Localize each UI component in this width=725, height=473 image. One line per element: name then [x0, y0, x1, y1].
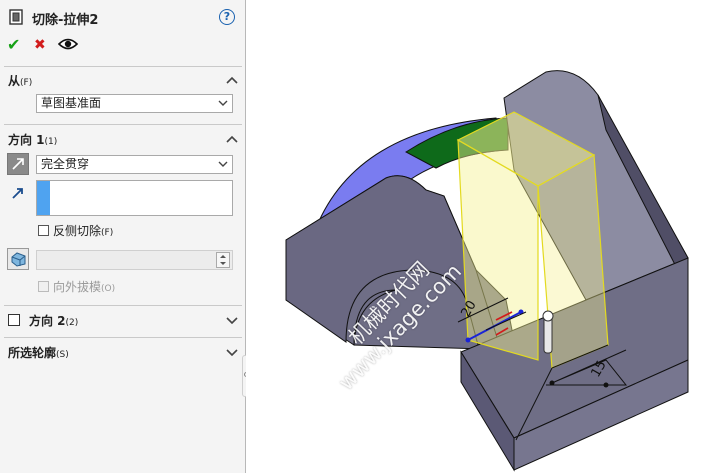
- selected-contours-section-title[interactable]: 所选轮廓(S): [8, 344, 69, 361]
- sketch-point: [465, 337, 471, 343]
- divider: [4, 337, 242, 338]
- direction-vector-icon: [12, 188, 23, 199]
- cancel-button[interactable]: ✖: [34, 36, 46, 54]
- spinner-icon[interactable]: [216, 252, 230, 268]
- reverse-direction-icon: [12, 158, 24, 170]
- draft-toggle-button[interactable]: [7, 248, 29, 270]
- direction2-checkbox[interactable]: [8, 314, 20, 326]
- draft-outward-label: 向外拔模(O): [53, 280, 116, 294]
- flip-side-label: 反侧切除(F): [53, 224, 114, 238]
- chevron-down-icon[interactable]: [226, 316, 238, 324]
- draft-icon: [11, 252, 26, 267]
- dimension-point: [603, 382, 609, 388]
- chevron-up-icon[interactable]: [226, 76, 238, 84]
- end-condition-value: 完全贯穿: [41, 157, 90, 171]
- part-model[interactable]: 20 15: [246, 0, 725, 473]
- direction1-section-title[interactable]: 方向 1(1): [8, 131, 57, 148]
- cut-extrude-icon: [9, 9, 23, 25]
- help-icon[interactable]: ?: [219, 9, 235, 25]
- drag-handle-knob-icon[interactable]: [542, 310, 554, 322]
- chevron-up-icon[interactable]: [226, 135, 238, 143]
- feature-title: 切除-拉伸2: [32, 13, 99, 28]
- from-section-title[interactable]: 从(F): [8, 72, 32, 89]
- divider: [4, 66, 242, 67]
- draft-outward-checkbox[interactable]: [38, 281, 49, 292]
- from-start-select[interactable]: 草图基准面: [36, 94, 233, 113]
- direction-vector-field[interactable]: [36, 180, 233, 216]
- direction2-section-title[interactable]: 方向 2(2): [29, 312, 78, 329]
- dimension-point: [549, 380, 555, 386]
- selection-focus-bar: [37, 181, 50, 215]
- chevron-down-icon: [218, 161, 228, 167]
- graphics-viewport[interactable]: 20 15 机械时代网 www.jxage.com: [246, 0, 725, 473]
- property-manager-panel: 切除-拉伸2 ? ✔ ✖ 从(F) 草图基准面 方向 1(1) 完全贯穿 反侧切…: [0, 0, 246, 473]
- chevron-down-icon: [218, 100, 228, 106]
- from-start-value: 草图基准面: [41, 96, 102, 110]
- divider: [4, 124, 242, 125]
- ok-button[interactable]: ✔: [7, 36, 20, 54]
- divider: [4, 305, 242, 306]
- panel-titlebar: 切除-拉伸2 ?: [0, 0, 246, 34]
- flip-side-checkbox[interactable]: [38, 225, 49, 236]
- chevron-down-icon[interactable]: [226, 348, 238, 356]
- draft-angle-field[interactable]: [36, 250, 233, 270]
- end-condition-select[interactable]: 完全贯穿: [36, 155, 233, 174]
- reverse-direction-button[interactable]: [7, 153, 29, 175]
- preview-eye-icon[interactable]: [58, 37, 78, 51]
